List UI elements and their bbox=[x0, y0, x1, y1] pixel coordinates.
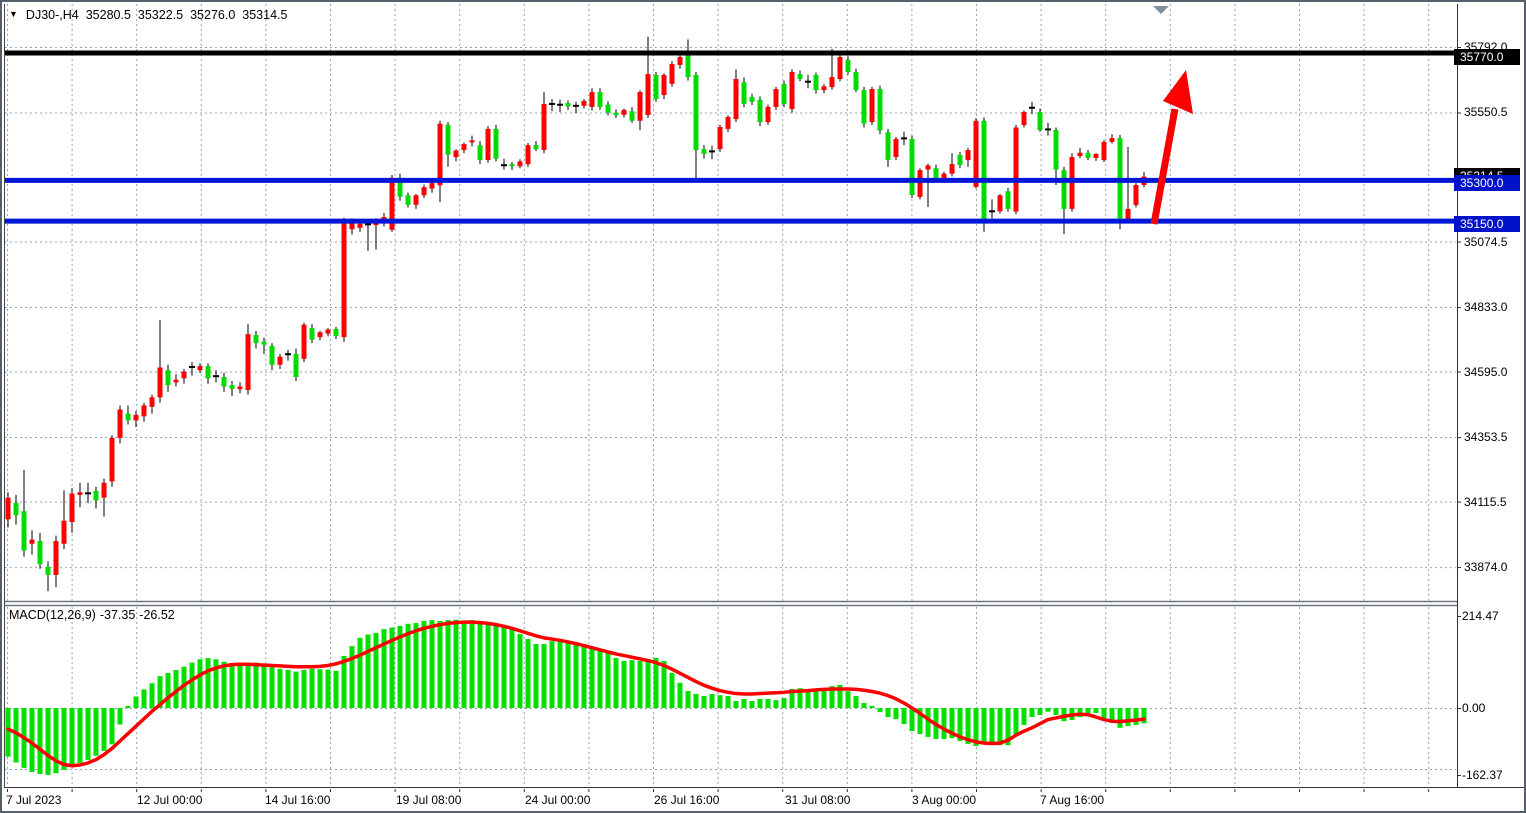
triangle-down-icon[interactable]: ▼ bbox=[9, 9, 18, 19]
chart-title: ▼ DJ30-,H4 35280.5 35322.5 35276.0 35314.5 bbox=[9, 8, 287, 22]
macd-axis-label: -162.37 bbox=[1462, 768, 1503, 782]
time-axis-label: 24 Jul 00:00 bbox=[525, 793, 590, 807]
time-axis-label: 12 Jul 00:00 bbox=[137, 793, 202, 807]
ohlc-low: 35276.0 bbox=[190, 8, 235, 22]
macd-main-value: -37.35 bbox=[100, 608, 135, 622]
ohlc-open: 35280.5 bbox=[86, 8, 131, 22]
time-axis-label: 7 Aug 16:00 bbox=[1040, 793, 1104, 807]
time-axis-label: 26 Jul 16:00 bbox=[654, 793, 719, 807]
symbol-timeframe-label: DJ30-,H4 bbox=[26, 8, 79, 22]
trading-chart-window[interactable]: ▼ DJ30-,H4 35280.5 35322.5 35276.0 35314.5 MA… bbox=[0, 0, 1526, 813]
ohlc-close: 35314.5 bbox=[242, 8, 287, 22]
price-axis-label: 34833.0 bbox=[1464, 300, 1507, 314]
time-axis-label: 3 Aug 00:00 bbox=[912, 793, 976, 807]
up-arrow-annotation[interactable] bbox=[1163, 70, 1193, 114]
price-level-tag: 35150.0 bbox=[1454, 216, 1520, 232]
time-axis-label: 14 Jul 16:00 bbox=[265, 793, 330, 807]
price-level-tag: 35770.0 bbox=[1454, 49, 1520, 65]
macd-axis-label: 214.47 bbox=[1462, 609, 1499, 623]
chart-canvas[interactable] bbox=[2, 2, 1526, 813]
time-axis-label: 19 Jul 08:00 bbox=[396, 793, 461, 807]
price-axis-label: 34595.0 bbox=[1464, 365, 1507, 379]
price-level-tag: 35300.0 bbox=[1454, 175, 1520, 191]
macd-signal-value: -26.52 bbox=[139, 608, 174, 622]
price-axis-label: 34353.5 bbox=[1464, 430, 1507, 444]
macd-name: MACD(12,26,9) bbox=[9, 608, 96, 622]
ohlc-high: 35322.5 bbox=[138, 8, 183, 22]
time-axis-label: 31 Jul 08:00 bbox=[785, 793, 850, 807]
macd-axis-label: 0.00 bbox=[1462, 701, 1485, 715]
price-axis-label: 33874.0 bbox=[1464, 560, 1507, 574]
price-axis-label: 35550.5 bbox=[1464, 105, 1507, 119]
macd-indicator-label: MACD(12,26,9) -37.35 -26.52 bbox=[9, 608, 179, 622]
price-axis-label: 34115.5 bbox=[1464, 495, 1507, 509]
time-marker-icon bbox=[1153, 6, 1169, 14]
price-axis-label: 35074.5 bbox=[1464, 235, 1507, 249]
time-axis-label: 7 Jul 2023 bbox=[6, 793, 61, 807]
